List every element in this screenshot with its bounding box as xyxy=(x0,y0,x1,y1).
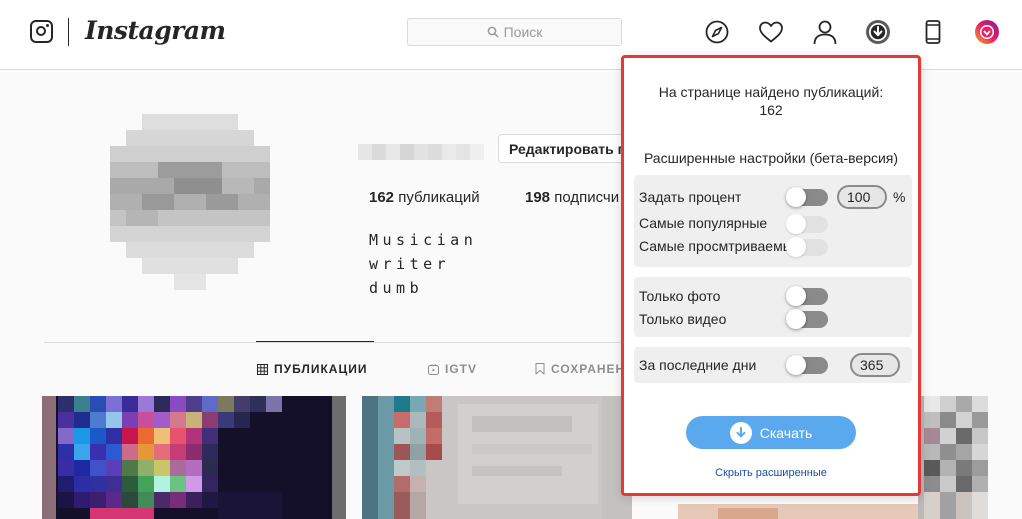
downloader-extension-icon[interactable] xyxy=(865,19,891,45)
download-button[interactable]: Скачать xyxy=(686,416,856,449)
tab-saved[interactable]: СОХРАНЕН xyxy=(535,362,625,376)
downloader-popup: На странице найдено публикаций: 162 Расш… xyxy=(621,55,921,496)
media-type-section: Только фото Только видео xyxy=(634,277,912,337)
toggle-knob xyxy=(786,214,806,234)
download-label: Скачать xyxy=(759,424,813,441)
toggle-knob xyxy=(786,355,806,375)
header-divider xyxy=(68,18,69,46)
tab-label: СОХРАНЕН xyxy=(551,362,626,376)
posts-label: публикаций xyxy=(398,189,480,206)
heart-icon[interactable] xyxy=(758,19,784,45)
bookmark-icon xyxy=(535,363,545,375)
tab-label: ПУБЛИКАЦИИ xyxy=(274,362,368,376)
mobile-phone-icon[interactable] xyxy=(920,19,946,45)
toggle-knob xyxy=(786,286,806,306)
posts-stat: 162 публикаций xyxy=(369,189,480,206)
toggle-knob xyxy=(786,187,806,207)
last-days-input[interactable]: 365 xyxy=(850,353,900,377)
advanced-settings-title: Расширенные настройки (бета-версия) xyxy=(643,150,899,166)
only-video-toggle[interactable] xyxy=(786,309,828,329)
toggle-knob xyxy=(786,309,806,329)
most-popular-toggle[interactable] xyxy=(786,214,828,234)
most-viewed-label: Самые просмтриваемь xyxy=(639,238,789,254)
tabs-divider xyxy=(44,342,624,343)
toggle-knob xyxy=(786,237,806,257)
set-percent-label: Задать процент xyxy=(639,189,742,205)
found-posts-label: На странице найдено публикаций: xyxy=(658,84,884,100)
grid-icon xyxy=(257,363,268,375)
hide-advanced-link[interactable]: Скрыть расширенные xyxy=(624,467,918,479)
bio-line: Musician xyxy=(369,231,478,249)
set-percent-toggle[interactable] xyxy=(786,187,828,207)
download-icon xyxy=(729,421,752,444)
profile-icon[interactable] xyxy=(812,19,838,45)
only-photo-toggle[interactable] xyxy=(786,286,828,306)
last-days-label: За последние дни xyxy=(639,357,757,373)
search-input[interactable]: Поиск xyxy=(407,18,622,46)
percent-input[interactable]: 100 xyxy=(837,185,887,209)
percent-settings-section: Задать процент 100 % Самые популярные Са… xyxy=(634,175,912,267)
instagram-camera-icon[interactable] xyxy=(30,20,53,43)
tab-igtv[interactable]: IGTV xyxy=(428,362,477,376)
igtv-icon xyxy=(428,363,439,375)
profile-bio: Musician writer dumb xyxy=(369,228,477,300)
last-days-toggle[interactable] xyxy=(786,355,828,375)
username xyxy=(358,144,484,160)
found-posts-info: На странице найдено публикаций: 162 xyxy=(624,83,918,119)
last-days-section: За последние дни 365 xyxy=(634,347,912,383)
most-viewed-toggle[interactable] xyxy=(786,237,828,257)
only-photo-label: Только фото xyxy=(639,288,721,304)
percent-sign: % xyxy=(893,189,906,205)
extension-avatar-icon[interactable] xyxy=(974,19,1000,45)
bio-line: dumb xyxy=(369,279,424,297)
instagram-wordmark[interactable]: Instagram xyxy=(85,16,226,45)
explore-compass-icon[interactable] xyxy=(704,19,730,45)
found-posts-count: 162 xyxy=(759,102,783,118)
bio-line: writer xyxy=(369,255,451,273)
active-tab-indicator xyxy=(256,341,374,342)
followers-label: подписчи xyxy=(554,189,620,206)
only-video-label: Только видео xyxy=(639,311,727,327)
posts-count: 162 xyxy=(369,189,395,206)
avatar xyxy=(110,114,270,290)
tab-publications[interactable]: ПУБЛИКАЦИИ xyxy=(257,362,367,376)
search-icon xyxy=(487,26,499,38)
post-thumbnail[interactable] xyxy=(362,396,632,519)
followers-count: 198 xyxy=(525,189,551,206)
most-popular-label: Самые популярные xyxy=(639,215,768,231)
search-placeholder: Поиск xyxy=(503,24,543,40)
edit-profile-button[interactable]: Редактировать п xyxy=(498,134,626,163)
tab-label: IGTV xyxy=(445,362,478,376)
followers-stat[interactable]: 198 подписчи xyxy=(525,189,619,206)
post-thumbnail[interactable] xyxy=(42,396,346,519)
